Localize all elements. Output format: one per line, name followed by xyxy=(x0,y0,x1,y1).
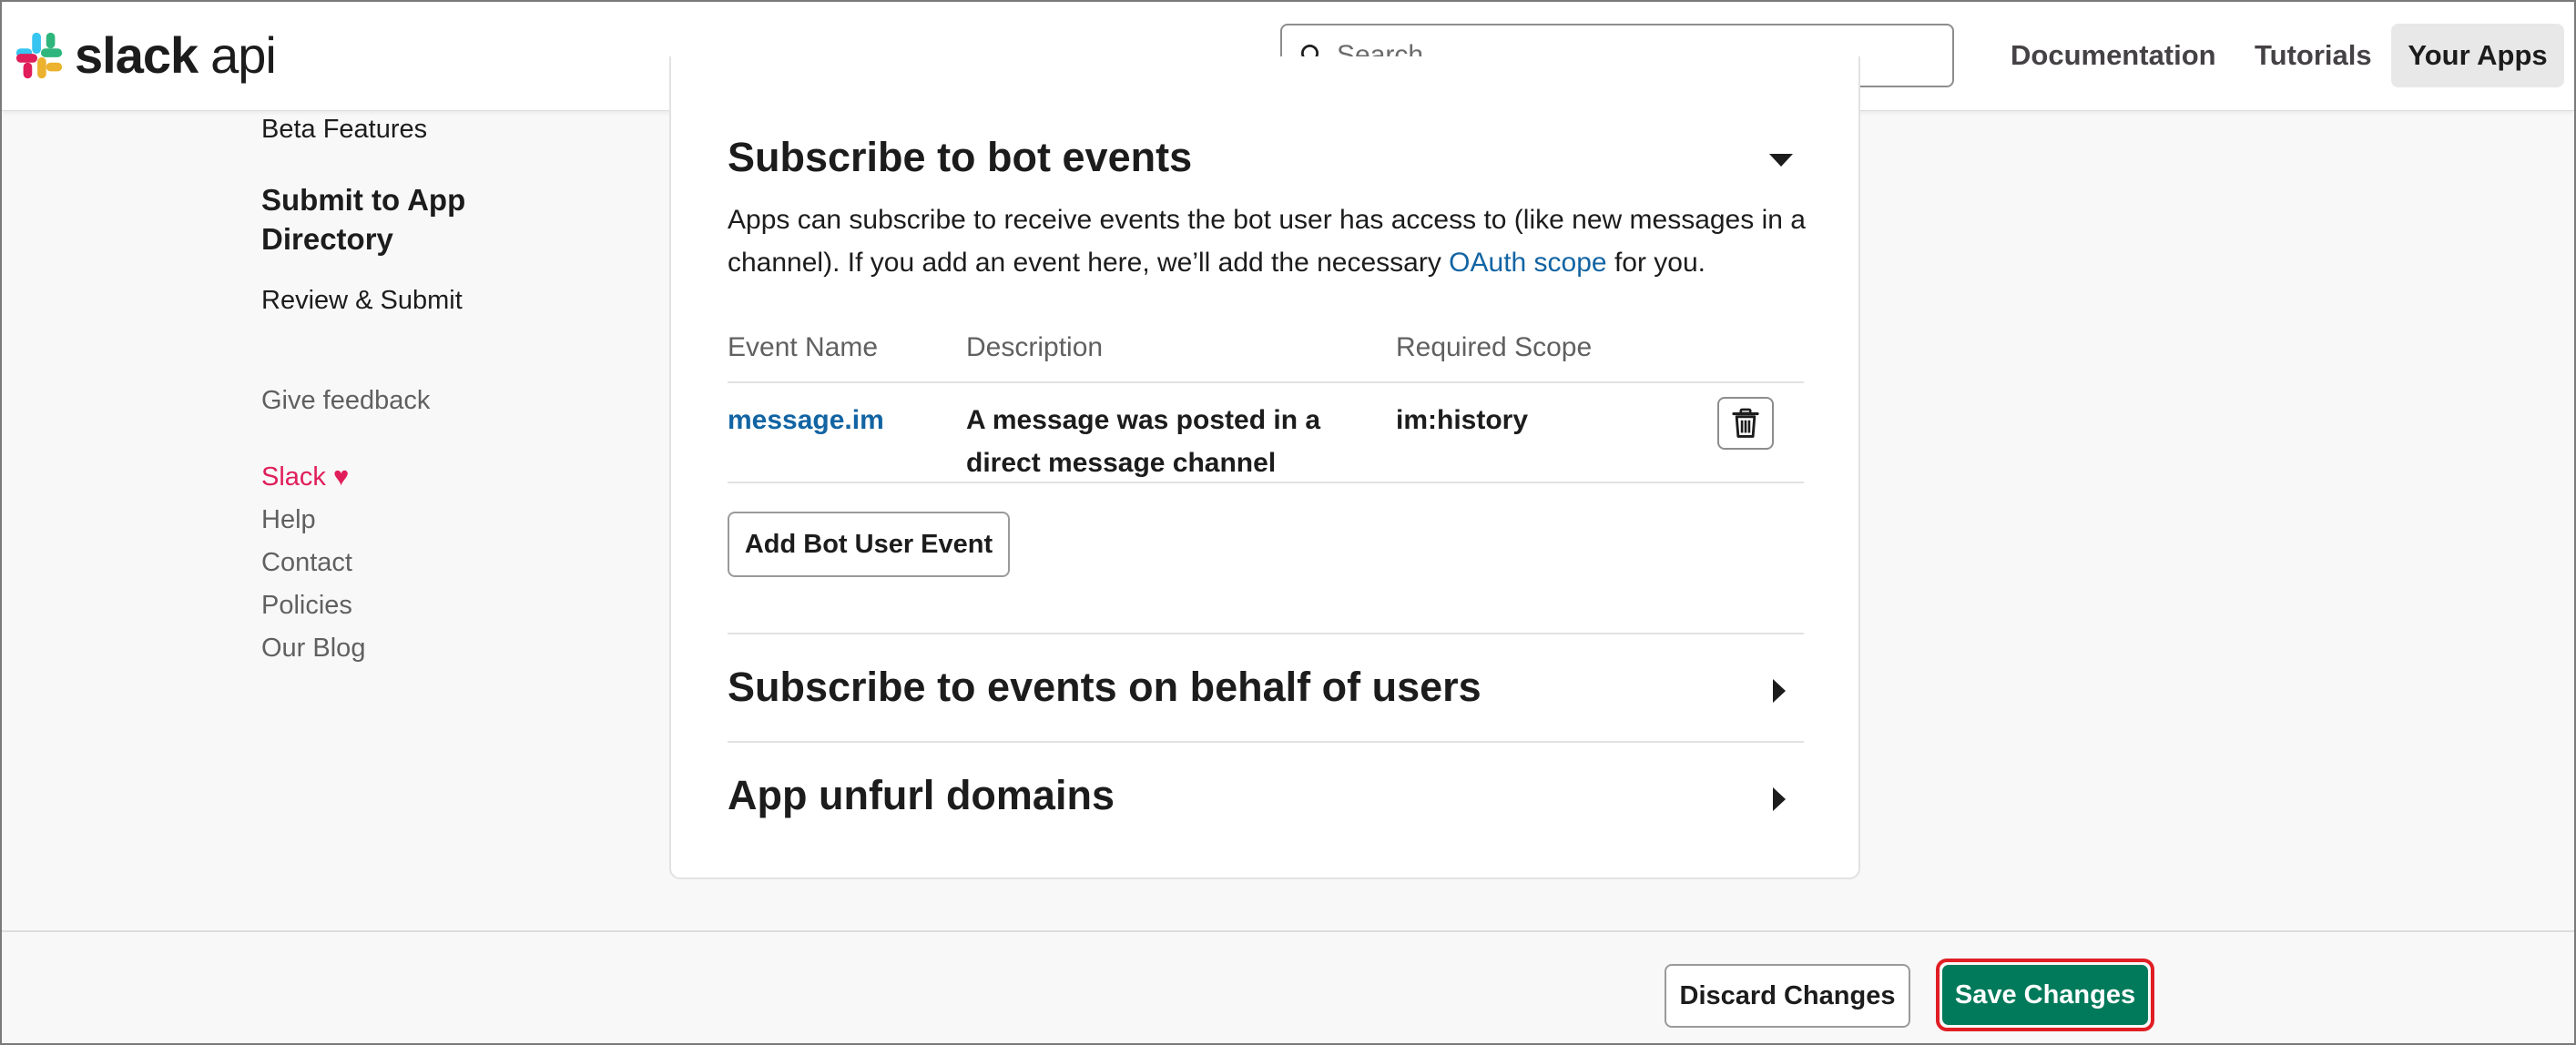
add-bot-user-event-button[interactable]: Add Bot User Event xyxy=(728,512,1010,577)
slack-api-logo[interactable]: slack api xyxy=(13,24,277,87)
logo-wordmark: slack api xyxy=(75,26,277,84)
save-button-highlight: Save Changes xyxy=(1936,959,2154,1031)
section-divider xyxy=(728,633,1804,634)
sidebar-give-feedback-link[interactable]: Give feedback xyxy=(261,386,430,416)
slack-logo-icon xyxy=(15,32,63,79)
expand-triangle-icon[interactable] xyxy=(1773,679,1786,703)
event-name-cell[interactable]: message.im xyxy=(728,399,884,441)
nav-documentation[interactable]: Documentation xyxy=(2011,24,2216,87)
column-header-required-scope: Required Scope xyxy=(1396,332,1593,362)
nav-tutorials[interactable]: Tutorials xyxy=(2255,24,2372,87)
column-header-description: Description xyxy=(966,332,1104,362)
save-bar xyxy=(2,930,2574,1043)
sidebar-slack-love-link[interactable]: Slack ♥ xyxy=(261,462,349,492)
sidebar-item-beta-features[interactable]: Beta Features xyxy=(261,115,427,145)
event-description-cell: A message was posted in a direct message… xyxy=(966,405,1321,478)
bot-events-description: Apps can subscribe to receive events the… xyxy=(728,205,1806,278)
sidebar-help-link[interactable]: Help xyxy=(261,505,316,535)
bot-events-section-title[interactable]: Subscribe to bot events xyxy=(728,134,1192,181)
oauth-scope-link[interactable]: OAuth scope xyxy=(1449,248,1606,278)
sidebar-policies-link[interactable]: Policies xyxy=(261,591,352,621)
save-changes-button[interactable]: Save Changes xyxy=(1942,965,2148,1025)
discard-changes-button[interactable]: Discard Changes xyxy=(1665,964,1910,1028)
nav-your-apps[interactable]: Your Apps xyxy=(2391,24,2564,87)
sidebar-section-submit-to-app-directory: Submit to App Directory xyxy=(261,183,466,256)
sidebar-contact-link[interactable]: Contact xyxy=(261,548,352,578)
section-divider xyxy=(728,741,1804,743)
event-scope-cell: im:history xyxy=(1396,405,1529,435)
expand-triangle-icon[interactable] xyxy=(1773,787,1786,811)
app-frame: slackapi Documentation Tutorials Your Ap… xyxy=(0,0,2576,1045)
table-row-divider xyxy=(728,482,1804,483)
unfurl-domains-section-title[interactable]: App unfurl domains xyxy=(728,772,1115,819)
sidebar-item-review-submit[interactable]: Review & Submit xyxy=(261,286,463,316)
table-header-divider xyxy=(728,381,1804,383)
sidebar-our-blog-link[interactable]: Our Blog xyxy=(261,634,365,664)
column-header-event-name: Event Name xyxy=(728,332,879,362)
trash-icon xyxy=(1732,408,1759,438)
collapse-triangle-icon[interactable] xyxy=(1769,154,1793,167)
user-events-section-title[interactable]: Subscribe to events on behalf of users xyxy=(728,664,1481,711)
remove-event-button[interactable] xyxy=(1717,397,1774,450)
